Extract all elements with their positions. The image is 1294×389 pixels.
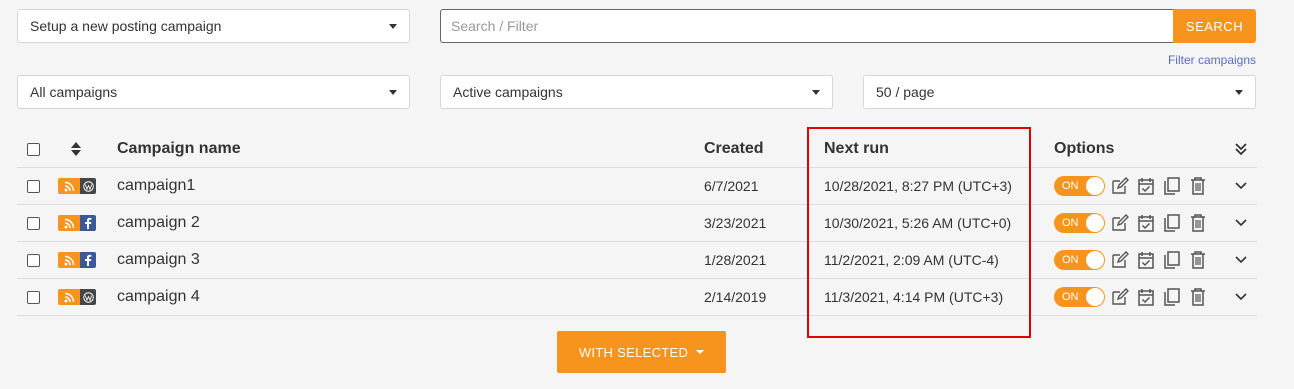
trash-icon[interactable] — [1187, 175, 1209, 197]
calendar-check-icon[interactable] — [1135, 286, 1157, 308]
edit-icon[interactable] — [1109, 286, 1131, 308]
trash-icon[interactable] — [1187, 212, 1209, 234]
campaign-name[interactable]: campaign 4 — [117, 279, 200, 315]
campaign-type-badge — [58, 215, 96, 231]
toggle-label: ON — [1062, 217, 1079, 229]
created-date: 2/14/2019 — [704, 289, 767, 305]
expand-all-icon[interactable] — [1235, 142, 1247, 156]
search-bar: SEARCH — [440, 9, 1256, 43]
copy-icon[interactable] — [1161, 249, 1183, 271]
trash-icon[interactable] — [1187, 286, 1209, 308]
created-date: 3/23/2021 — [704, 215, 767, 231]
copy-icon[interactable] — [1161, 286, 1183, 308]
facebook-icon — [80, 215, 96, 231]
calendar-check-icon[interactable] — [1135, 249, 1157, 271]
table-row: campaign 2 3/23/2021 10/30/2021, 5:26 AM… — [17, 205, 1257, 242]
setup-campaign-select-value: Setup a new posting campaign — [30, 18, 222, 34]
campaign-name[interactable]: campaign 2 — [117, 205, 200, 241]
header-campaign-name[interactable]: Campaign name — [117, 131, 241, 167]
campaign-type-select[interactable]: All campaigns — [17, 75, 410, 109]
campaign-toggle[interactable]: ON — [1054, 176, 1105, 196]
created-date: 6/7/2021 — [704, 178, 759, 194]
toggle-label: ON — [1062, 254, 1079, 266]
created-date: 1/28/2021 — [704, 252, 767, 268]
campaign-status-value: Active campaigns — [453, 84, 563, 100]
select-all-checkbox[interactable] — [27, 142, 40, 156]
trash-icon[interactable] — [1187, 249, 1209, 271]
row-checkbox[interactable] — [27, 216, 40, 230]
edit-icon[interactable] — [1109, 212, 1131, 234]
caret-down-icon — [696, 350, 705, 354]
filter-campaigns-link[interactable]: Filter campaigns — [1168, 53, 1256, 67]
toggle-knob — [1086, 214, 1104, 232]
caret-down-icon — [389, 89, 397, 95]
toggle-label: ON — [1062, 291, 1079, 303]
campaign-toggle[interactable]: ON — [1054, 213, 1105, 233]
campaign-toggle[interactable]: ON — [1054, 287, 1105, 307]
next-run-highlight-box — [807, 127, 1031, 338]
caret-down-icon — [389, 23, 397, 29]
campaign-type-badge — [58, 289, 96, 305]
row-checkbox[interactable] — [27, 253, 40, 267]
campaigns-table: Campaign name Created Next run Options c… — [17, 131, 1257, 316]
wordpress-icon — [80, 178, 96, 194]
toggle-knob — [1086, 288, 1104, 306]
toggle-label: ON — [1062, 180, 1079, 192]
edit-icon[interactable] — [1109, 175, 1131, 197]
row-checkbox[interactable] — [27, 290, 40, 304]
chevron-down-icon[interactable] — [1235, 293, 1247, 301]
campaign-status-select[interactable]: Active campaigns — [440, 75, 833, 109]
sort-icon[interactable] — [71, 142, 81, 156]
campaign-type-badge — [58, 178, 96, 194]
copy-icon[interactable] — [1161, 212, 1183, 234]
table-row: campaign 3 1/28/2021 11/2/2021, 2:09 AM … — [17, 242, 1257, 279]
rss-icon — [58, 215, 80, 231]
copy-icon[interactable] — [1161, 175, 1183, 197]
row-checkbox[interactable] — [27, 179, 40, 193]
with-selected-button[interactable]: WITH SELECTED — [557, 331, 726, 373]
toggle-knob — [1086, 177, 1104, 195]
calendar-check-icon[interactable] — [1135, 175, 1157, 197]
caret-down-icon — [1235, 89, 1243, 95]
setup-campaign-select[interactable]: Setup a new posting campaign — [17, 9, 410, 43]
chevron-down-icon[interactable] — [1235, 219, 1247, 227]
header-created[interactable]: Created — [704, 131, 764, 167]
campaign-name[interactable]: campaign1 — [117, 168, 195, 204]
campaign-type-badge — [58, 252, 96, 268]
facebook-icon — [80, 252, 96, 268]
campaign-name[interactable]: campaign 3 — [117, 242, 200, 278]
rss-icon — [58, 289, 80, 305]
rss-icon — [58, 252, 80, 268]
chevron-down-icon[interactable] — [1235, 182, 1247, 190]
campaign-type-value: All campaigns — [30, 84, 118, 100]
edit-icon[interactable] — [1109, 249, 1131, 271]
table-row: campaign 4 2/14/2019 11/3/2021, 4:14 PM … — [17, 279, 1257, 316]
toggle-knob — [1086, 251, 1104, 269]
calendar-check-icon[interactable] — [1135, 212, 1157, 234]
campaign-toggle[interactable]: ON — [1054, 250, 1105, 270]
search-button[interactable]: SEARCH — [1173, 9, 1256, 43]
table-header: Campaign name Created Next run Options — [17, 131, 1257, 168]
wordpress-icon — [80, 289, 96, 305]
search-input[interactable] — [440, 9, 1173, 43]
per-page-select[interactable]: 50 / page — [863, 75, 1256, 109]
per-page-value: 50 / page — [876, 84, 935, 100]
table-row: campaign1 6/7/2021 10/28/2021, 8:27 PM (… — [17, 168, 1257, 205]
caret-down-icon — [812, 89, 820, 95]
chevron-down-icon[interactable] — [1235, 256, 1247, 264]
rss-icon — [58, 178, 80, 194]
with-selected-label: WITH SELECTED — [578, 344, 689, 360]
header-options: Options — [1054, 140, 1115, 157]
